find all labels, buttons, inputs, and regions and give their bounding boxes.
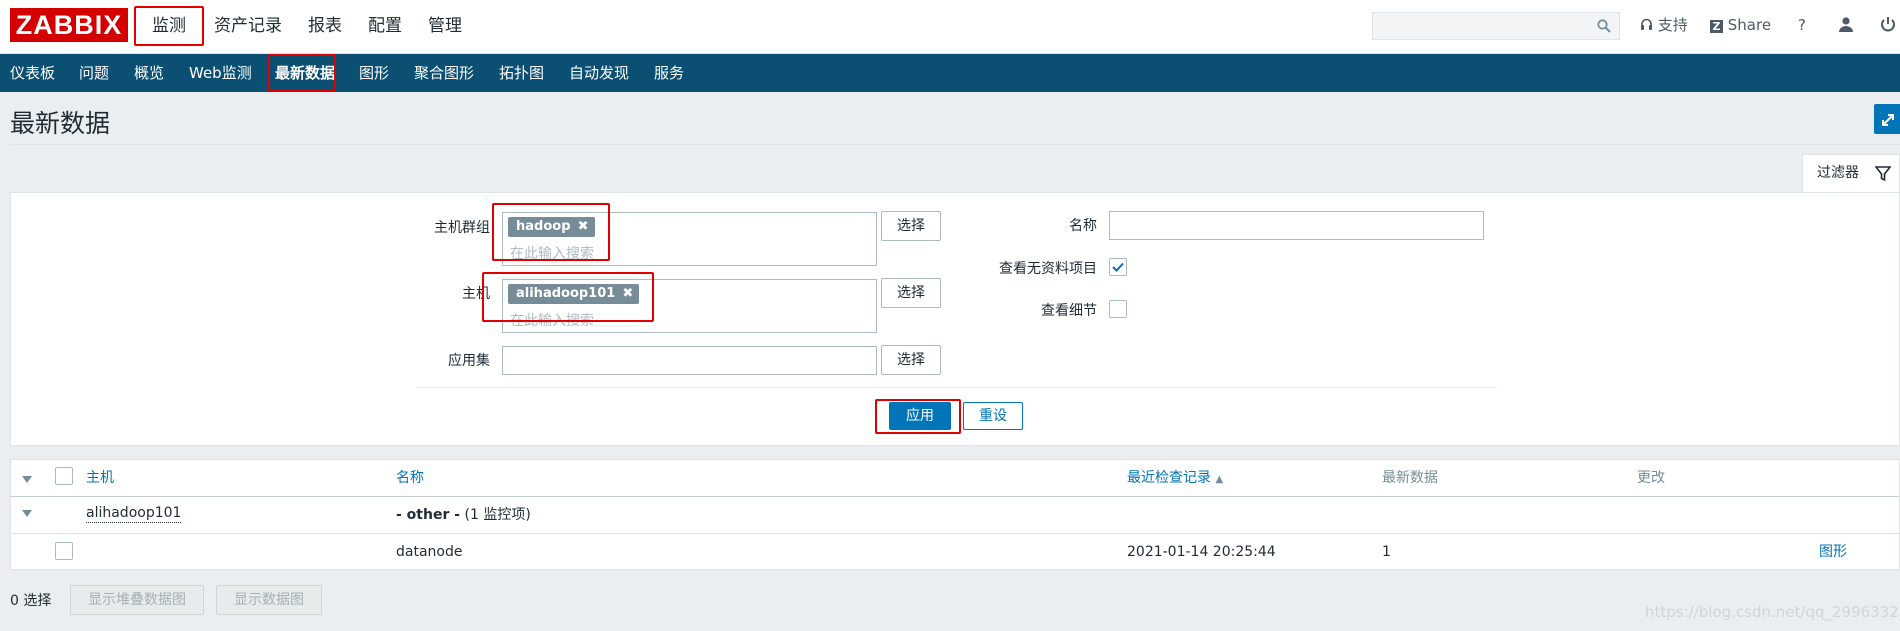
host-label: 主机	[462, 286, 490, 302]
nav-overview[interactable]: 概览	[134, 54, 164, 92]
header-host[interactable]: 主机	[86, 468, 114, 488]
watermark: https://blog.csdn.net/qq_29963323	[1645, 603, 1900, 621]
nav-graphs[interactable]: 图形	[359, 54, 389, 92]
header-last-value: 最新数据	[1382, 470, 1438, 486]
header-last-check[interactable]: 最近检查记录 ▲	[1127, 468, 1223, 490]
name-input[interactable]	[1109, 211, 1484, 240]
help-icon[interactable]: ?	[1798, 15, 1806, 35]
page-title: 最新数据	[10, 109, 111, 138]
top-bar: ZABBIX 监测 资产记录 报表 配置 管理 支持 Z Share ?	[0, 0, 1900, 54]
item-name: datanode	[396, 544, 463, 560]
filter-divider	[10, 144, 1900, 145]
search-icon[interactable]	[1597, 19, 1611, 33]
menu-inventory[interactable]: 资产记录	[210, 12, 286, 42]
nav-latest-data-highlight	[268, 54, 336, 92]
menu-monitoring[interactable]: 监测	[134, 6, 204, 46]
nav-services[interactable]: 服务	[654, 54, 684, 92]
header-last-check-label: 最近检查记录	[1127, 470, 1211, 486]
collapse-group-icon[interactable]	[22, 510, 32, 517]
application-select-button[interactable]: 选择	[881, 345, 941, 375]
host-group-select-button[interactable]: 选择	[881, 211, 941, 241]
user-profile-icon[interactable]	[1838, 16, 1854, 32]
show-details-label: 查看细节	[1041, 303, 1097, 319]
apply-highlight	[875, 399, 961, 434]
group-app: - other - (1 监控项)	[396, 505, 531, 525]
item-graph-link[interactable]: 图形	[1819, 542, 1847, 562]
item-last-value: 1	[1382, 544, 1391, 560]
share-z-icon: Z	[1710, 20, 1723, 33]
share-link[interactable]: Z Share	[1710, 15, 1771, 35]
fullscreen-button[interactable]	[1874, 104, 1900, 134]
collapse-all-icon[interactable]	[22, 476, 32, 483]
group-app-name: - other -	[396, 507, 461, 523]
header-change: 更改	[1637, 470, 1665, 486]
row-checkbox[interactable]	[55, 542, 73, 560]
show-no-data-label: 查看无资料项目	[999, 261, 1097, 277]
item-last-check: 2021-01-14 20:25:44	[1127, 544, 1276, 560]
global-search-input[interactable]	[1372, 12, 1620, 40]
group-host-link[interactable]: alihadoop101	[86, 505, 182, 523]
filter-tab-label: 过滤器	[1817, 165, 1859, 181]
menu-reports[interactable]: 报表	[304, 12, 346, 42]
nav-web-monitoring[interactable]: Web监测	[189, 54, 252, 92]
sort-asc-icon: ▲	[1215, 474, 1224, 485]
show-stacked-graph-button[interactable]: 显示堆叠数据图	[70, 585, 204, 615]
zabbix-logo[interactable]: ZABBIX	[10, 8, 128, 42]
nav-screens[interactable]: 聚合图形	[414, 54, 474, 92]
row-separator	[11, 533, 1899, 534]
reset-button[interactable]: 重设	[963, 402, 1023, 430]
expand-icon	[1882, 114, 1894, 126]
show-graph-button[interactable]: 显示数据图	[216, 585, 322, 615]
nav-discovery[interactable]: 自动发现	[569, 54, 629, 92]
funnel-icon	[1875, 166, 1891, 182]
nav-maps[interactable]: 拓扑图	[499, 54, 544, 92]
application-input[interactable]	[502, 346, 877, 375]
nav-problems[interactable]: 问题	[79, 54, 109, 92]
filter-separator	[417, 387, 1497, 388]
header-name[interactable]: 名称	[396, 468, 424, 488]
select-all-checkbox[interactable]	[55, 467, 73, 485]
check-icon	[1112, 262, 1124, 272]
share-label: Share	[1727, 16, 1772, 34]
support-label: 支持	[1657, 16, 1688, 34]
latest-data-table: 主机 名称 最近检查记录 ▲ 最新数据 更改 alihadoop101 - ot…	[10, 459, 1900, 570]
filter-tab[interactable]: 过滤器	[1802, 154, 1900, 192]
name-label: 名称	[1069, 218, 1097, 234]
sign-out-icon[interactable]	[1880, 16, 1896, 32]
group-item-count: (1 监控项)	[464, 507, 531, 523]
host-group-label: 主机群组	[434, 220, 490, 236]
header-separator	[11, 496, 1899, 497]
menu-administration[interactable]: 管理	[424, 12, 466, 42]
menu-configuration[interactable]: 配置	[364, 12, 406, 42]
headset-icon	[1641, 18, 1652, 30]
host-select-button[interactable]: 选择	[881, 278, 941, 308]
support-link[interactable]: 支持	[1640, 15, 1688, 35]
host-group-highlight	[492, 203, 610, 261]
show-no-data-checkbox[interactable]	[1109, 258, 1127, 276]
nav-dashboard[interactable]: 仪表板	[10, 54, 55, 92]
host-highlight	[482, 272, 654, 322]
selected-count: 0 选择	[10, 593, 52, 609]
show-details-checkbox[interactable]	[1109, 300, 1127, 318]
application-label: 应用集	[448, 353, 490, 369]
